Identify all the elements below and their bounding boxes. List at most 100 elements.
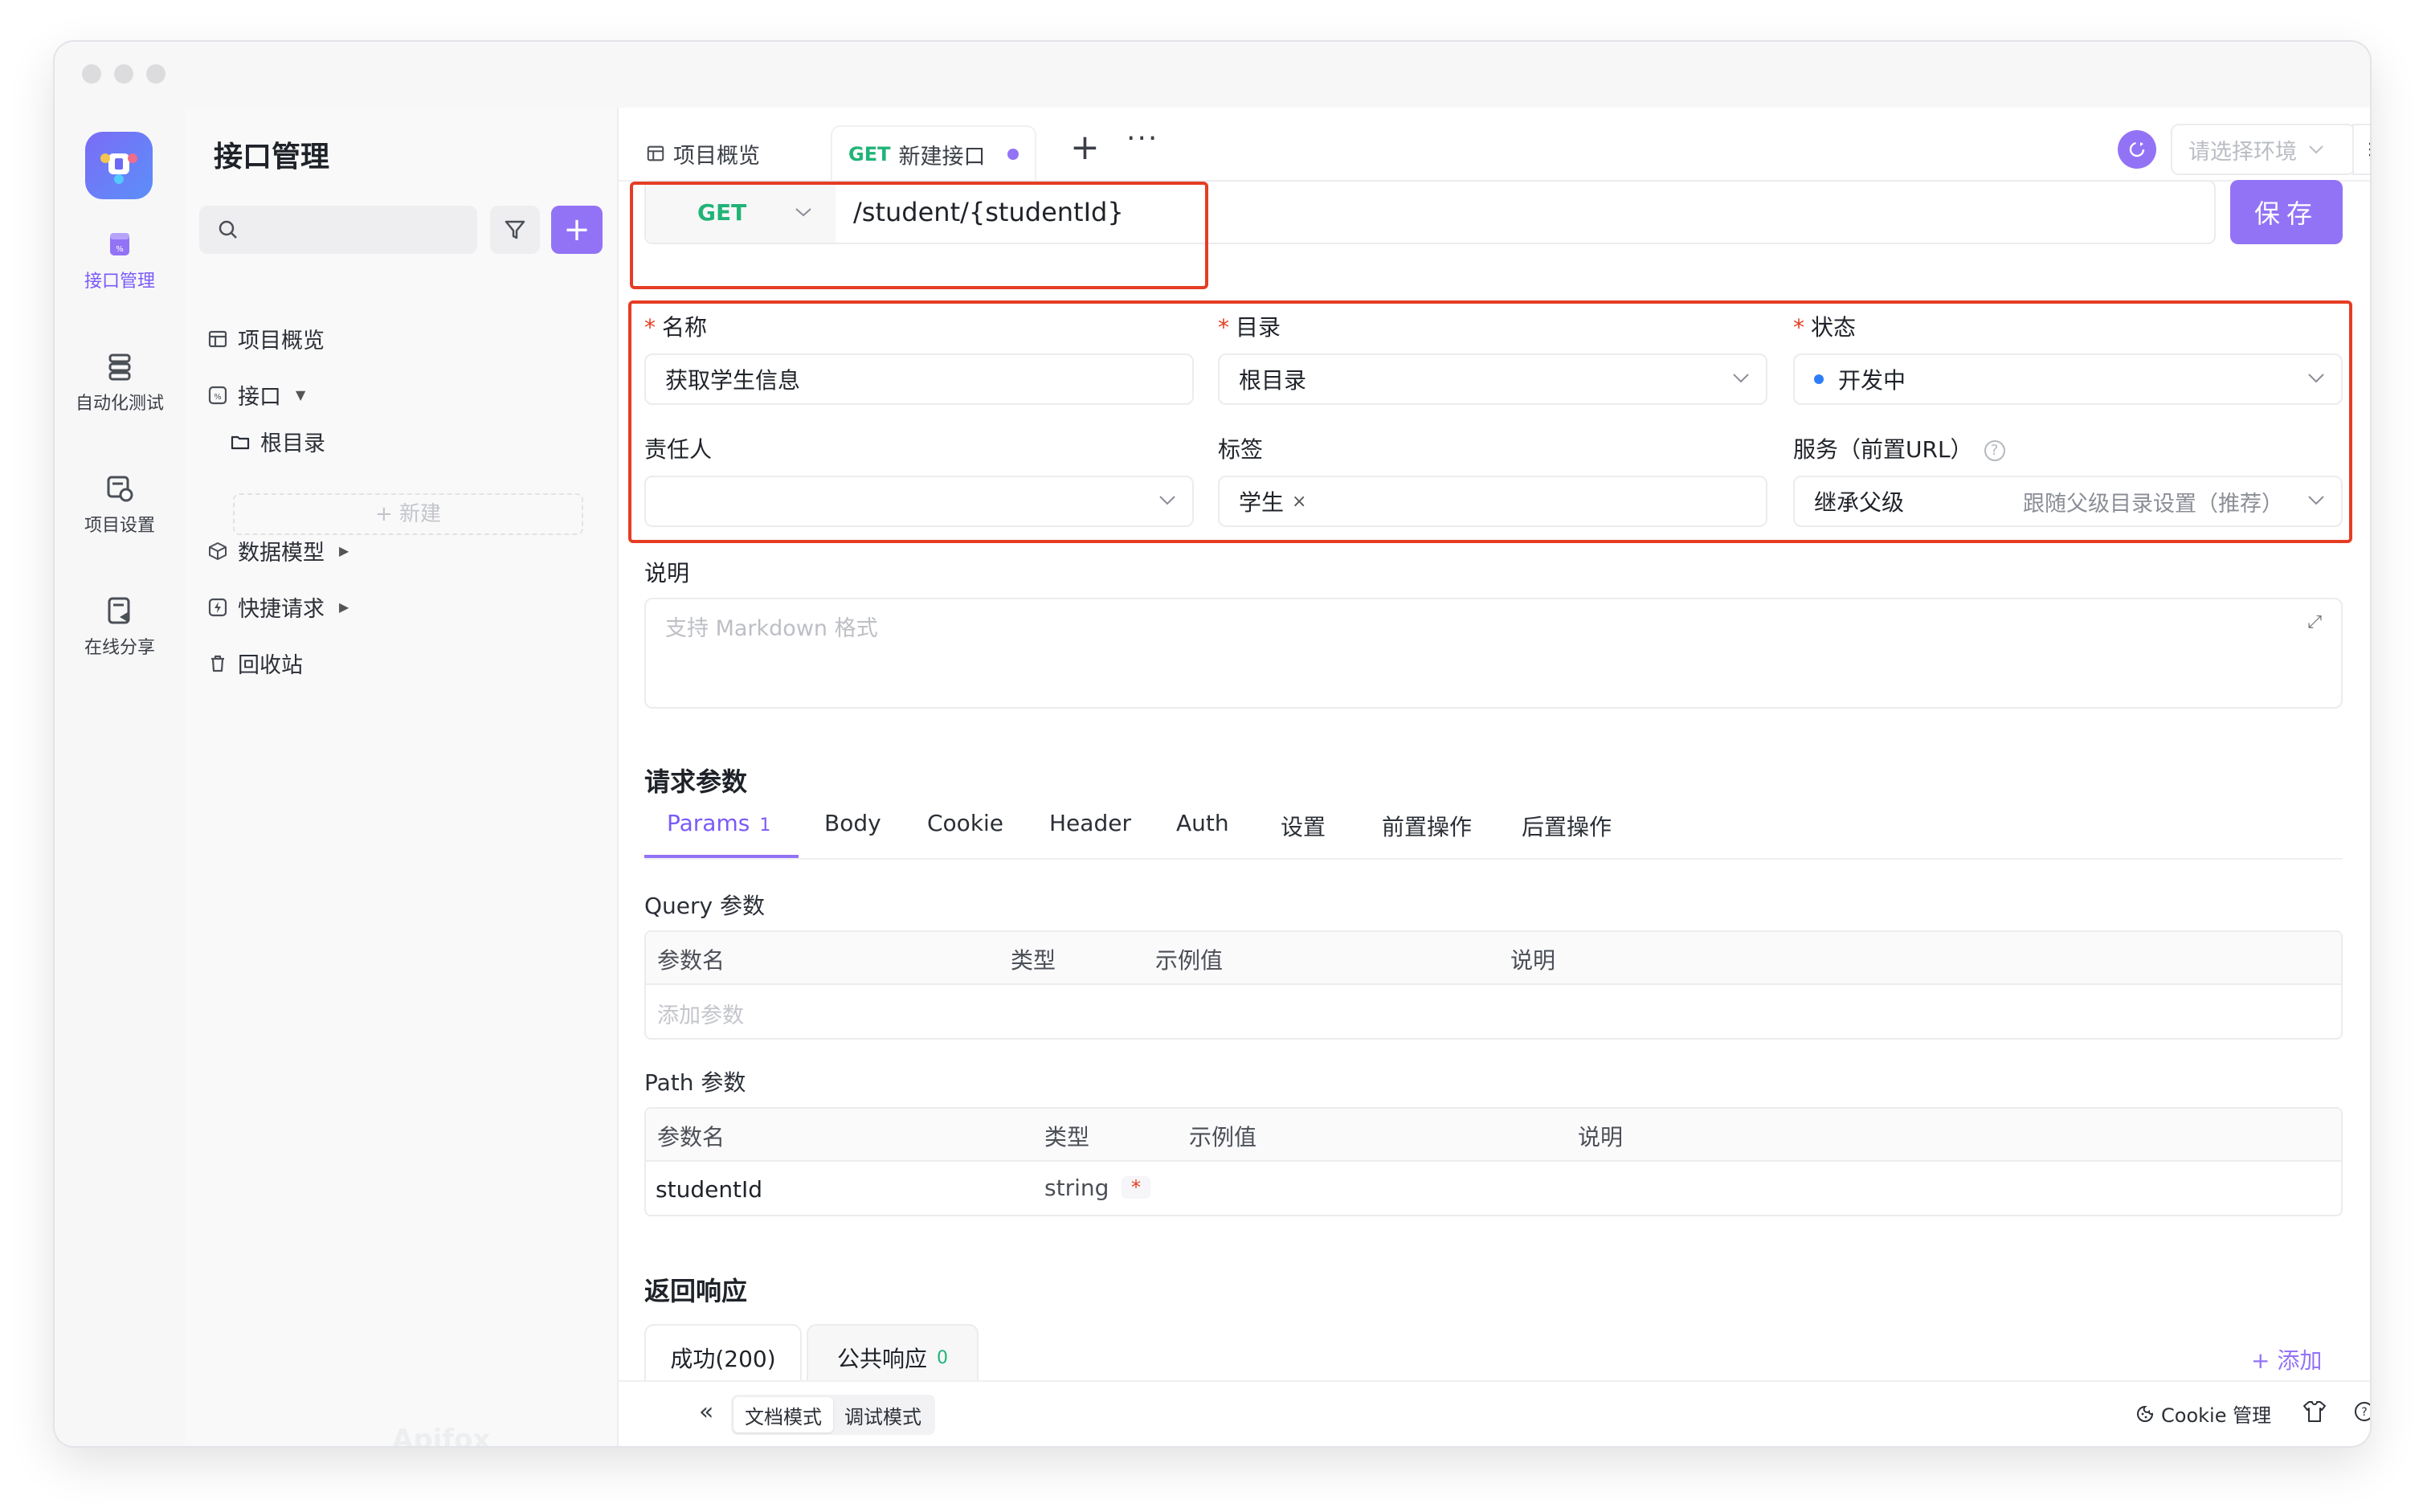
- rail-item-online-share[interactable]: 在线分享: [55, 595, 185, 659]
- share-icon: [108, 597, 130, 624]
- tab-overview[interactable]: 项目概览: [646, 125, 760, 182]
- tab-pre-actions[interactable]: 前置操作: [1382, 810, 1472, 842]
- filter-icon: [505, 220, 525, 239]
- save-button[interactable]: 保存: [2230, 180, 2343, 244]
- col-example: 示例值: [1189, 1124, 1257, 1150]
- mode-switch: 文档模式 调试模式: [731, 1395, 935, 1435]
- tree-label: 根目录: [260, 431, 325, 456]
- params-tabs: Params 1 Body Cookie Header Auth 设置 前置操作 …: [644, 803, 2343, 860]
- cookie-manager-button[interactable]: Cookie 管理: [2135, 1400, 2271, 1428]
- watermark-logo: Apifox: [392, 1424, 491, 1446]
- rail-item-project-settings[interactable]: 项目设置: [55, 472, 185, 537]
- menu-button[interactable]: [2352, 124, 2370, 175]
- tag-input[interactable]: 学生 ×: [1218, 476, 1767, 527]
- rail-item-api-management[interactable]: % 接口管理: [55, 228, 185, 292]
- tab-params[interactable]: Params 1: [667, 810, 770, 836]
- close-window-button[interactable]: [82, 64, 101, 84]
- tree-label: 数据模型: [238, 541, 325, 566]
- help-icon[interactable]: ?: [1984, 440, 2005, 461]
- shirt-icon[interactable]: [2301, 1398, 2328, 1425]
- add-button[interactable]: +: [551, 206, 603, 254]
- tree-item-overview[interactable]: 项目概览: [207, 323, 325, 354]
- apifox-logo-icon: [100, 153, 137, 184]
- param-name[interactable]: studentId: [656, 1176, 762, 1203]
- trash-icon: [211, 655, 224, 672]
- tree-label: 快捷请求: [238, 597, 325, 622]
- add-tab-button[interactable]: +: [1070, 127, 1100, 168]
- app-logo: [85, 132, 153, 199]
- lightning-icon: [208, 598, 227, 616]
- description-label: 说明: [644, 560, 690, 586]
- tab-new-api[interactable]: GET 新建接口: [831, 125, 1037, 182]
- expand-icon[interactable]: ⤢: [2307, 612, 2322, 632]
- debug-mode-button[interactable]: 调试模式: [833, 1397, 933, 1432]
- stack-icon: [108, 353, 131, 381]
- cube-icon: [209, 541, 227, 560]
- tree-item-root[interactable]: 根目录: [230, 426, 325, 457]
- add-param-input[interactable]: 添加参数: [657, 998, 744, 1029]
- more-icon[interactable]: ···: [1126, 122, 1158, 155]
- tab-cookie[interactable]: Cookie: [927, 810, 1003, 836]
- tree-item-interfaces[interactable]: % 接口 ▼: [207, 379, 305, 411]
- env-sync-icon[interactable]: [2118, 130, 2156, 169]
- tab-label: 新建接口: [898, 144, 986, 170]
- directory-select[interactable]: 根目录: [1218, 353, 1767, 405]
- help-icon[interactable]: ?: [2351, 1398, 2370, 1425]
- path-params-title: Path 参数: [644, 1069, 746, 1096]
- new-item-button[interactable]: + 新建: [233, 493, 583, 535]
- description-textarea[interactable]: 支持 Markdown 格式 ⤢: [644, 598, 2343, 709]
- col-name: 参数名: [657, 947, 725, 974]
- rail-label: 在线分享: [84, 638, 155, 658]
- tab-header[interactable]: Header: [1049, 810, 1131, 836]
- collapse-sidebar-icon[interactable]: «: [699, 1398, 713, 1426]
- search-input[interactable]: [199, 206, 477, 254]
- caret-right-icon[interactable]: ▶: [339, 599, 349, 615]
- api-icon: %: [110, 233, 129, 255]
- tab-label: 项目概览: [673, 143, 760, 169]
- tab-post-actions[interactable]: 后置操作: [1522, 810, 1612, 842]
- filter-button[interactable]: [490, 206, 540, 254]
- overview-icon: [647, 145, 664, 161]
- minimize-window-button[interactable]: [114, 64, 133, 84]
- title-bar: [55, 42, 2370, 108]
- directory-label: * 目录: [1218, 314, 1281, 341]
- rail-item-auto-test[interactable]: 自动化测试: [55, 350, 185, 415]
- bottom-bar: « 文档模式 调试模式 Cookie 管理 ?: [619, 1380, 2370, 1446]
- chevron-down-icon: [1159, 496, 1175, 505]
- name-input[interactable]: 获取学生信息: [644, 353, 1194, 405]
- add-response-button[interactable]: + 添加: [2251, 1343, 2322, 1375]
- environment-select[interactable]: 请选择环境: [2171, 124, 2356, 175]
- tag-label: 标签: [1218, 436, 1264, 463]
- status-label: * 状态: [1793, 314, 1857, 341]
- col-desc: 说明: [1578, 1124, 1624, 1150]
- caret-right-icon[interactable]: ▶: [339, 543, 349, 558]
- tree-item-models[interactable]: 数据模型 ▶: [207, 535, 349, 566]
- caret-down-icon[interactable]: ▼: [296, 387, 305, 403]
- tree-item-quick-request[interactable]: 快捷请求 ▶: [207, 591, 349, 623]
- tabs-bar: 项目概览 GET 新建接口 + ··· 请选择环境: [619, 108, 2370, 182]
- service-select[interactable]: 继承父级 跟随父级目录设置（推荐）: [1793, 476, 2343, 527]
- tree-item-trash[interactable]: 回收站: [207, 648, 303, 679]
- col-type: 类型: [1044, 1124, 1090, 1150]
- owner-select[interactable]: [644, 476, 1194, 527]
- tab-settings[interactable]: 设置: [1281, 810, 1326, 842]
- table-header: 参数名 类型 示例值 说明: [646, 932, 2341, 985]
- tree-label: 回收站: [238, 653, 303, 678]
- remove-tag-icon[interactable]: ×: [1292, 492, 1306, 512]
- tab-body[interactable]: Body: [824, 810, 881, 836]
- response-title: 返回响应: [644, 1276, 748, 1306]
- tab-auth[interactable]: Auth: [1176, 810, 1229, 836]
- param-type[interactable]: string: [1044, 1175, 1109, 1201]
- doc-mode-button[interactable]: 文档模式: [733, 1397, 833, 1432]
- chevron-down-icon: [1733, 374, 1749, 383]
- overview-icon: [208, 330, 227, 347]
- status-select[interactable]: 开发中: [1793, 353, 2343, 405]
- settings-icon: [107, 476, 133, 502]
- sidebar-title: 接口管理: [214, 141, 330, 174]
- environment-placeholder: 请选择环境: [2188, 139, 2297, 165]
- hamburger-icon: [2369, 142, 2370, 157]
- zoom-window-button[interactable]: [146, 64, 165, 84]
- required-badge[interactable]: *: [1110, 1173, 1150, 1199]
- rail-label: 接口管理: [84, 272, 155, 292]
- table-header: 参数名 类型 示例值 说明: [646, 1109, 2341, 1162]
